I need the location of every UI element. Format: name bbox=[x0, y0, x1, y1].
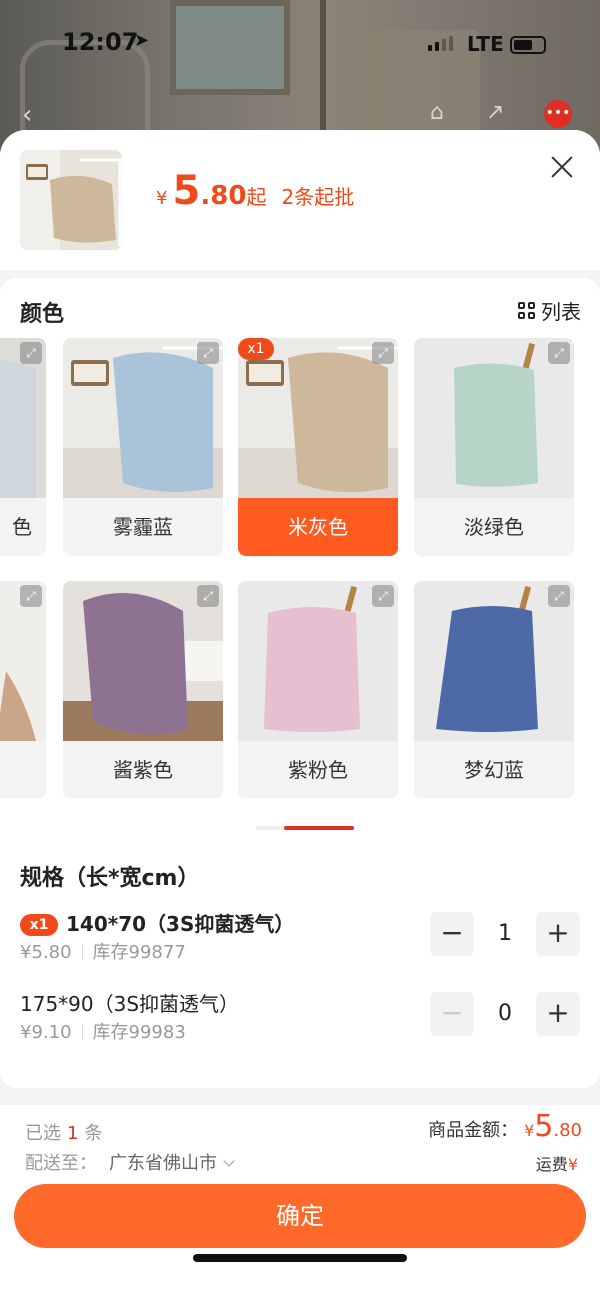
color-option-label: 酱紫色 bbox=[113, 758, 173, 782]
close-icon[interactable] bbox=[550, 155, 574, 179]
sheet-header: ¥ 5.80起 2条起批 bbox=[0, 130, 600, 270]
expand-icon[interactable]: ⤢ bbox=[548, 585, 570, 607]
decrease-button[interactable]: − bbox=[430, 912, 474, 956]
battery-icon bbox=[510, 36, 546, 54]
scroll-indicator bbox=[256, 826, 354, 830]
color-option[interactable]: ⤢ 紫粉色 bbox=[238, 581, 398, 798]
spec-stock: 库存99983 bbox=[92, 1022, 186, 1043]
color-option-label bbox=[0, 741, 46, 798]
selected-unit: 条 bbox=[84, 1123, 103, 1144]
color-option[interactable]: ⤢ bbox=[0, 581, 46, 798]
selected-count: 1 bbox=[67, 1123, 79, 1144]
cart-icon: ⌂ bbox=[430, 100, 444, 125]
freight-currency: ¥ bbox=[567, 1155, 578, 1174]
selected-count-badge: x1 bbox=[238, 338, 274, 360]
expand-icon[interactable]: ⤢ bbox=[372, 342, 394, 364]
freight-label: 运费 bbox=[535, 1155, 568, 1174]
ship-label: 配送至： bbox=[25, 1153, 97, 1174]
chevron-down-icon bbox=[223, 1155, 235, 1167]
color-option[interactable]: ⤢ 色 bbox=[0, 338, 46, 556]
back-icon: ‹ bbox=[22, 100, 33, 130]
spec-section-title: 规格（长*宽cm） bbox=[20, 866, 200, 891]
signal-icon bbox=[428, 36, 453, 51]
confirm-button[interactable]: 确定 bbox=[14, 1184, 586, 1248]
spec-name: x1 140*70（3S抑菌透气） bbox=[20, 908, 294, 937]
product-thumbnail[interactable] bbox=[20, 150, 122, 250]
list-view-icon bbox=[518, 302, 535, 319]
expand-icon[interactable]: ⤢ bbox=[20, 342, 42, 364]
amount-label: 商品金额： bbox=[428, 1120, 519, 1141]
color-option-label: 雾霾蓝 bbox=[113, 515, 173, 539]
increase-button[interactable]: + bbox=[536, 992, 580, 1036]
color-option-label: 梦幻蓝 bbox=[464, 758, 524, 782]
price-currency: ¥ bbox=[156, 188, 168, 209]
color-option-label: 紫粉色 bbox=[288, 758, 348, 782]
quantity-stepper: − 1 + bbox=[430, 912, 580, 956]
decrease-button[interactable]: − bbox=[430, 992, 474, 1036]
price-integer: 5 bbox=[172, 168, 201, 214]
amount-summary: 商品金额： ¥5.80 bbox=[428, 1109, 582, 1144]
color-grid: x1 ⤢ 色 ⤢ 雾霾蓝 ⤢ 米灰色 ⤢ 淡绿色 ⤢ ⤢ 酱紫色 ⤢ 紫粉色 ⤢… bbox=[0, 338, 600, 798]
network-type: LTE bbox=[467, 32, 504, 56]
price-decimal: .80 bbox=[200, 181, 247, 211]
quantity-value: 0 bbox=[498, 1001, 512, 1026]
expand-icon[interactable]: ⤢ bbox=[197, 342, 219, 364]
expand-icon[interactable]: ⤢ bbox=[20, 585, 42, 607]
color-option-label: 米灰色 bbox=[238, 498, 398, 556]
expand-icon[interactable]: ⤢ bbox=[372, 585, 394, 607]
spec-name-text: 140*70（3S抑菌透气） bbox=[66, 912, 295, 936]
options-panel: 颜色 列表 x1 ⤢ 色 ⤢ 雾霾蓝 ⤢ 米灰色 ⤢ 淡绿色 ⤢ ⤢ 酱紫色 ⤢… bbox=[0, 278, 600, 1088]
amount-integer: 5 bbox=[534, 1109, 554, 1144]
list-view-label: 列表 bbox=[541, 300, 581, 324]
expand-icon[interactable]: ⤢ bbox=[548, 342, 570, 364]
spec-price: ¥9.10 bbox=[20, 1022, 72, 1043]
more-icon: ••• bbox=[544, 100, 572, 128]
spec-price: ¥5.80 bbox=[20, 942, 72, 963]
spec-count-badge: x1 bbox=[20, 914, 58, 936]
spec-stock: 库存99877 bbox=[92, 942, 186, 963]
spec-meta: ¥9.10 库存99983 bbox=[20, 1018, 186, 1044]
amount-decimal: .80 bbox=[553, 1120, 582, 1141]
color-option-label: 色 bbox=[12, 515, 32, 539]
price-suffix: 起 bbox=[246, 185, 267, 209]
spec-name: 175*90（3S抑菌透气） bbox=[20, 992, 240, 1016]
status-bar: 12:07 ➤ LTE bbox=[0, 28, 600, 64]
color-option[interactable]: ⤢ 酱紫色 bbox=[63, 581, 223, 798]
quantity-value: 1 bbox=[498, 921, 512, 946]
status-time: 12:07 bbox=[62, 28, 139, 56]
share-icon: ↗ bbox=[486, 100, 505, 125]
sku-selector-sheet: ¥ 5.80起 2条起批 颜色 列表 x1 ⤢ 色 ⤢ 雾霾蓝 ⤢ 米灰色 ⤢ … bbox=[0, 130, 600, 1300]
freight-summary: 运费¥ bbox=[536, 1151, 578, 1175]
spec-row: 175*90（3S抑菌透气） ¥9.10 库存99983 − 0 + bbox=[20, 988, 580, 1058]
delivery-selector[interactable]: 配送至： 广东省佛山市 bbox=[25, 1149, 235, 1175]
color-option-selected[interactable]: ⤢ 米灰色 bbox=[238, 338, 398, 556]
color-option[interactable]: ⤢ 梦幻蓝 bbox=[414, 581, 574, 798]
spec-row: x1 140*70（3S抑菌透气） ¥5.80 库存99877 − 1 + bbox=[20, 908, 580, 978]
expand-icon[interactable]: ⤢ bbox=[197, 585, 219, 607]
amount-currency: ¥ bbox=[524, 1121, 535, 1140]
color-option[interactable]: ⤢ 淡绿色 bbox=[414, 338, 574, 556]
color-section-title: 颜色 bbox=[20, 302, 65, 327]
increase-button[interactable]: + bbox=[536, 912, 580, 956]
selected-prefix: 已选 bbox=[25, 1123, 61, 1144]
home-indicator bbox=[193, 1254, 407, 1262]
location-arrow-icon: ➤ bbox=[134, 30, 150, 51]
min-batch-text: 2条起批 bbox=[281, 185, 355, 209]
background-nav: ‹ ⌂ ↗ ••• bbox=[0, 100, 600, 130]
selected-summary: 已选 1 条 bbox=[25, 1119, 102, 1145]
quantity-stepper: − 0 + bbox=[430, 992, 580, 1036]
order-footer: 已选 1 条 配送至： 广东省佛山市 商品金额： ¥5.80 运费¥ 确定 bbox=[0, 1105, 600, 1300]
spec-meta: ¥5.80 库存99877 bbox=[20, 938, 186, 964]
list-view-toggle[interactable]: 列表 bbox=[518, 296, 581, 325]
color-option-label: 淡绿色 bbox=[464, 515, 524, 539]
color-option[interactable]: ⤢ 雾霾蓝 bbox=[63, 338, 223, 556]
price-summary: ¥ 5.80起 2条起批 bbox=[156, 168, 354, 214]
ship-address: 广东省佛山市 bbox=[109, 1153, 217, 1174]
